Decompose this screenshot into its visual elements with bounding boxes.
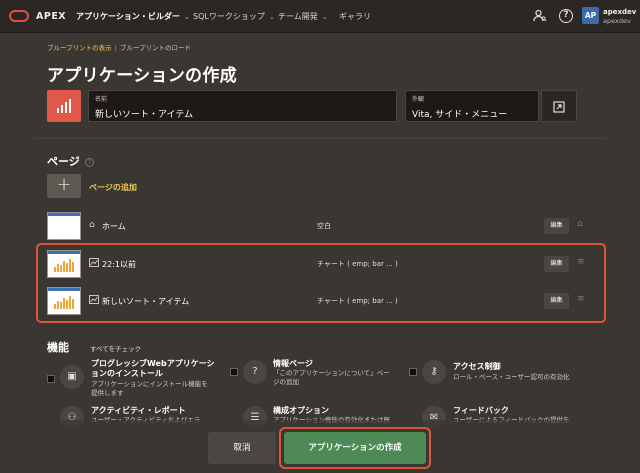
highlight-box bbox=[279, 427, 431, 469]
top-navigation-bar: APEX アプリケーション・ビルダー ⌄ SQLワークショップ ⌄ チーム開発 ⌄ ギ… bbox=[0, 0, 640, 33]
appearance-field[interactable]: 外観 Vita, サイド・メニュー bbox=[405, 90, 539, 122]
pages-section-title: ページ? bbox=[47, 153, 94, 169]
help-icon[interactable]: ? bbox=[559, 9, 573, 23]
feature-desc: 「このアプリケーションについて」ペー ジの追加 bbox=[273, 369, 390, 386]
install-icon: ▣ bbox=[60, 365, 84, 389]
app-name-label: 名前 bbox=[95, 96, 108, 103]
add-page-link[interactable]: ページの追加 bbox=[89, 182, 137, 193]
breadcrumb-current: ブループリントのロード bbox=[119, 44, 191, 52]
app-name-input[interactable]: 新しいソート・アイテム bbox=[95, 107, 390, 120]
feature-checkbox[interactable] bbox=[47, 375, 55, 383]
feature-checkbox[interactable] bbox=[409, 368, 417, 376]
nav-sql-workshop[interactable]: SQLワークショップ ⌄ bbox=[193, 11, 275, 22]
apex-brand[interactable]: APEX bbox=[36, 11, 66, 22]
feature-title: アクセス制御 bbox=[453, 362, 501, 371]
highlight-box bbox=[36, 243, 606, 323]
feature-desc: ロール・ベース・ユーザー認可の有効化 bbox=[453, 373, 570, 381]
chevron-down-icon: ⌄ bbox=[321, 13, 328, 21]
feature-desc: アプリケーションにインストール機能を 提供します bbox=[91, 380, 208, 397]
breadcrumb-view-blueprint[interactable]: ブループリントの表示 bbox=[47, 44, 112, 52]
chevron-down-icon: ⌄ bbox=[183, 13, 190, 21]
page-name: ホーム bbox=[102, 222, 126, 231]
app-icon-button[interactable] bbox=[47, 90, 81, 122]
page-title: アプリケーションの作成 bbox=[47, 66, 237, 86]
appearance-settings-button[interactable] bbox=[541, 90, 577, 122]
feature-title: フィードバック bbox=[453, 406, 509, 415]
feature-checkbox[interactable] bbox=[230, 368, 238, 376]
key-icon: ⚷ bbox=[422, 360, 446, 384]
add-page-button[interactable]: + bbox=[47, 174, 81, 198]
user-name[interactable]: apexdev bbox=[603, 8, 636, 16]
feature-title: 情報ページ bbox=[273, 359, 313, 368]
nav-gallery[interactable]: ギャラリ bbox=[339, 11, 371, 22]
edit-page-button[interactable]: 編集 bbox=[544, 218, 569, 234]
home-icon: ⌂ bbox=[89, 220, 95, 230]
home-icon: ⌂ bbox=[577, 219, 583, 229]
help-icon[interactable]: ? bbox=[84, 157, 94, 167]
nav-team-development[interactable]: チーム開発 ⌄ bbox=[278, 11, 328, 22]
features-section-title: 機能 bbox=[47, 341, 69, 354]
section-divider bbox=[35, 138, 605, 139]
page-row-home: ⌂ ホーム 空白 編集 ⌂ bbox=[47, 212, 593, 242]
cancel-button[interactable]: 取消 bbox=[208, 432, 276, 464]
page-type: 空白 bbox=[317, 222, 331, 230]
appearance-value: Vita, サイド・メニュー bbox=[412, 110, 508, 120]
feature-title: 構成オプション bbox=[273, 406, 329, 415]
avatar[interactable]: AP bbox=[582, 7, 599, 24]
user-workspace: apexdev bbox=[603, 17, 631, 25]
feature-title: アクティビティ・レポート bbox=[91, 406, 186, 415]
breadcrumb: ブループリントの表示 | ブループリントのロード bbox=[47, 44, 191, 52]
oracle-logo-icon[interactable] bbox=[9, 10, 29, 22]
check-all-link[interactable]: すべてをチェック bbox=[90, 343, 141, 353]
nav-app-builder[interactable]: アプリケーション・ビルダー ⌄ bbox=[76, 11, 190, 22]
appearance-label: 外観 bbox=[412, 96, 425, 103]
open-dialog-icon bbox=[553, 101, 565, 113]
chevron-down-icon: ⌄ bbox=[268, 13, 275, 21]
page-thumbnail bbox=[47, 212, 81, 240]
feature-title: プログレッシブWebアプリケーシ ョンのインストール bbox=[91, 359, 215, 378]
user-search-icon[interactable] bbox=[533, 9, 547, 23]
app-name-field[interactable]: 名前 新しいソート・アイテム bbox=[88, 90, 397, 122]
question-icon: ? bbox=[243, 360, 267, 384]
